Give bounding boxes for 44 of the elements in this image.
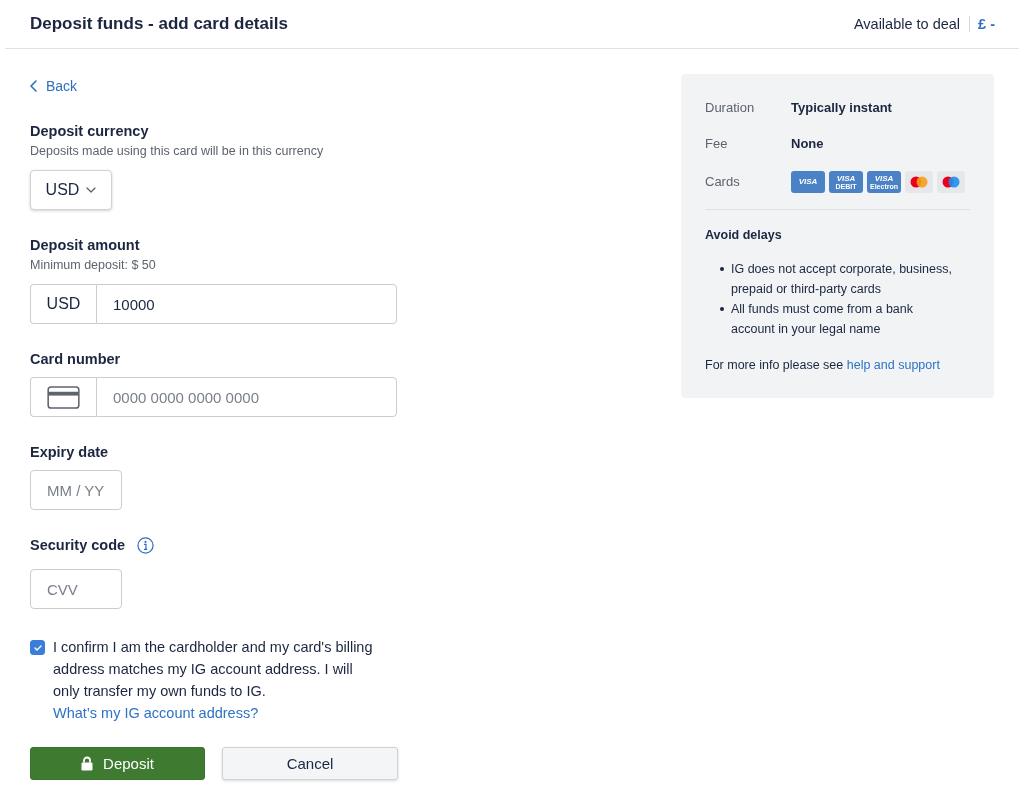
confirm-text: I confirm I am the cardholder and my card's billing address matches my IG account address. I will only transfer my own funds to IG. What’s my IG account address? bbox=[53, 638, 374, 723]
security-code-input[interactable]: CVV bbox=[30, 569, 122, 609]
field-hint: Minimum deposit: $ 50 bbox=[30, 257, 156, 273]
overlapping-circles-icon bbox=[937, 171, 965, 193]
credit-card-icon bbox=[47, 385, 80, 409]
notice-title: Avoid delays bbox=[705, 227, 783, 244]
available-label: Available to deal bbox=[853, 16, 961, 32]
info-value: Typically instant bbox=[791, 99, 892, 117]
field-label: Deposit amount bbox=[30, 236, 140, 254]
overlapping-circles-icon bbox=[905, 171, 933, 193]
confirm-checkbox[interactable] bbox=[30, 640, 45, 655]
address-link[interactable]: What’s my IG account address? bbox=[53, 705, 259, 721]
info-label: Fee bbox=[705, 135, 729, 153]
available-value: £ - bbox=[978, 16, 995, 32]
deposit-button[interactable]: Deposit bbox=[30, 747, 205, 780]
amount-input[interactable]: 10000 bbox=[96, 284, 397, 324]
info-label: Duration bbox=[705, 99, 756, 117]
info-icon[interactable] bbox=[137, 536, 155, 554]
chevron-down-icon bbox=[86, 187, 97, 193]
lock-icon bbox=[81, 756, 94, 771]
currency-select[interactable]: USD bbox=[30, 170, 112, 210]
card-logo-text: VISA bbox=[874, 174, 894, 183]
bullet-text: IG does not accept corporate, business, prepaid or third-party cards bbox=[731, 261, 953, 298]
field-label: Card number bbox=[30, 350, 121, 368]
info-value: None bbox=[791, 135, 824, 153]
chevron-left-icon bbox=[30, 80, 37, 92]
card-logo-text: VISA bbox=[798, 178, 818, 186]
field-label: Security code bbox=[30, 536, 126, 554]
more-info-text: For more info please see help and support bbox=[705, 357, 941, 374]
help-link[interactable]: help and support bbox=[846, 358, 940, 372]
cancel-button[interactable]: Cancel bbox=[222, 747, 398, 780]
info-label: Cards bbox=[705, 173, 741, 191]
field-label: Deposit currency bbox=[30, 122, 149, 140]
page-title: Deposit funds - add card details bbox=[30, 14, 288, 34]
back-link[interactable]: Back bbox=[30, 77, 78, 95]
bullet-text: All funds must come from a bank account in your legal name bbox=[731, 301, 915, 338]
bullet-icon bbox=[720, 267, 724, 271]
field-label: Expiry date bbox=[30, 443, 109, 461]
card-logo-text: VISA bbox=[836, 174, 856, 183]
checkmark-icon bbox=[33, 644, 42, 651]
bullet-icon bbox=[720, 307, 724, 311]
card-number-input[interactable]: 0000 0000 0000 0000 bbox=[96, 377, 397, 417]
field-hint: Deposits made using this card will be in this currency bbox=[30, 143, 324, 159]
expiry-input[interactable]: MM / YY bbox=[30, 470, 122, 510]
